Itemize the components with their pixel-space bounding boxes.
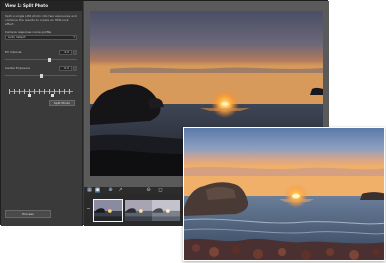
panel-description: Split a single LDR photo into two exposu… bbox=[5, 14, 77, 26]
filmstrip-thumbnail-1[interactable] bbox=[93, 199, 123, 222]
profile-value: Auto detect bbox=[8, 35, 26, 39]
chevron-down-icon: ▾ bbox=[73, 35, 75, 39]
filmstrip-thumbnail-3[interactable] bbox=[151, 199, 181, 222]
range-marker-low[interactable] bbox=[28, 94, 31, 97]
grid-view-icon[interactable]: ▦ bbox=[87, 188, 92, 193]
center-exposure-slider-thumb[interactable] bbox=[40, 73, 43, 78]
center-exposure-slider[interactable] bbox=[5, 73, 77, 78]
zoom-out-icon[interactable]: ⊖ bbox=[146, 188, 151, 193]
center-exposure-label: Center Exposure bbox=[5, 66, 30, 70]
ev-interval-spinner[interactable] bbox=[73, 50, 77, 55]
hdr-result-photo bbox=[183, 127, 385, 261]
center-exposure-input[interactable]: 0.0 bbox=[59, 66, 72, 71]
ev-interval-slider[interactable] bbox=[5, 57, 77, 62]
ev-interval-label: EV Interval bbox=[5, 50, 22, 54]
center-exposure-spinner[interactable] bbox=[73, 66, 77, 71]
split-photo-button[interactable]: Split Photo bbox=[49, 100, 75, 106]
zoom-in-icon[interactable]: ⊕ bbox=[108, 188, 113, 193]
fit-icon[interactable]: ◻ bbox=[158, 188, 163, 193]
panel-title: View 1: Split Photo bbox=[1, 1, 82, 11]
exposure-range-ruler bbox=[9, 87, 73, 97]
process-button[interactable]: Process bbox=[5, 210, 51, 218]
share-icon[interactable]: ↗ bbox=[118, 188, 123, 193]
remove-icon[interactable]: − bbox=[86, 207, 91, 212]
filmstrip-thumbnail-2[interactable] bbox=[124, 199, 154, 222]
range-marker-high[interactable] bbox=[51, 94, 54, 97]
profile-label: Camera response curve profile bbox=[5, 30, 52, 34]
left-settings-panel: View 1: Split Photo Split a single LDR p… bbox=[1, 1, 83, 226]
single-view-icon[interactable]: ▣ bbox=[95, 188, 100, 193]
ev-interval-slider-thumb[interactable] bbox=[48, 57, 51, 62]
profile-dropdown[interactable]: Auto detect ▾ bbox=[5, 35, 77, 40]
ev-interval-input[interactable]: 2.0 bbox=[59, 50, 72, 55]
